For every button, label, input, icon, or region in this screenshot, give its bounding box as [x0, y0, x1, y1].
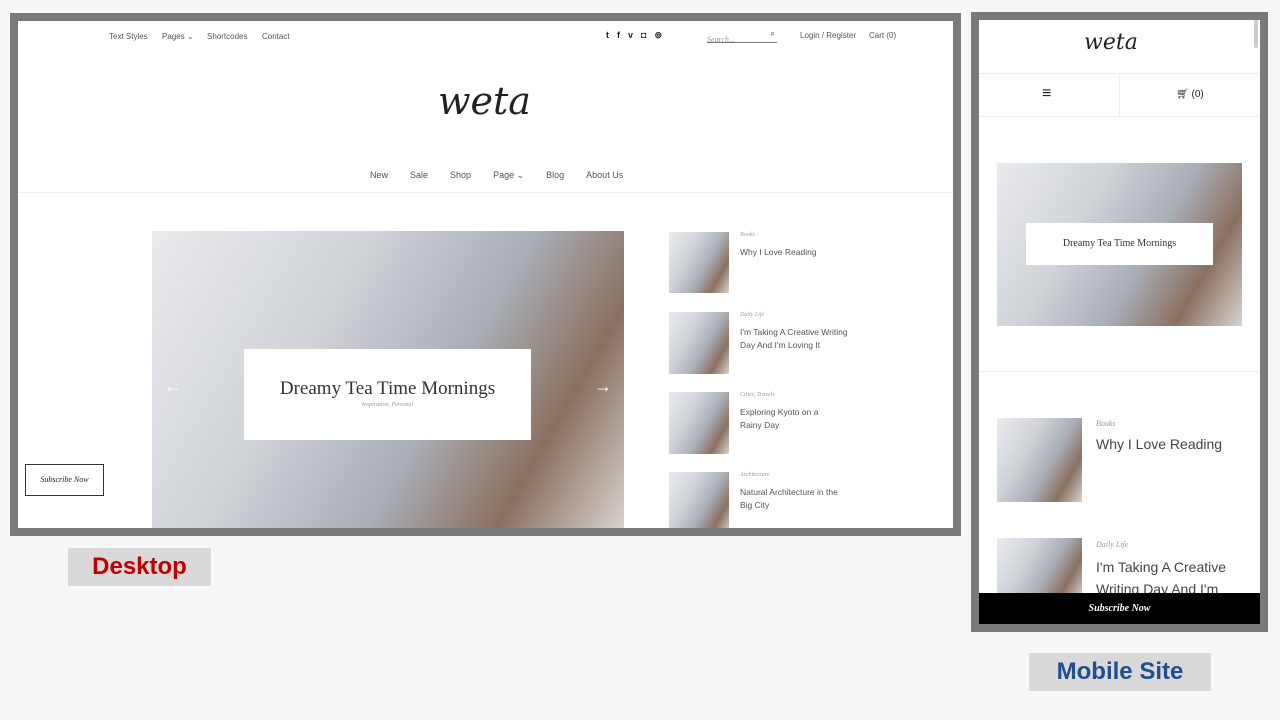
nav-new[interactable]: New [370, 170, 388, 181]
post-title[interactable]: Exploring Kyoto on a Rainy Day [740, 406, 830, 432]
post-thumbnail[interactable] [669, 312, 729, 374]
nav-contact[interactable]: Contact [262, 32, 290, 41]
nav-sale[interactable]: Sale [410, 170, 428, 181]
mobile-slide-title[interactable]: Dreamy Tea Time Mornings [1026, 223, 1213, 265]
post-thumbnail[interactable] [669, 392, 729, 454]
chevron-down-icon: ⌄ [516, 170, 525, 180]
arrow-right-icon[interactable]: → [594, 376, 612, 397]
search-icon[interactable]: ⌕ [771, 29, 775, 39]
slide-caption[interactable]: Dreamy Tea Time Mornings Inspiration, Pe… [244, 349, 531, 440]
nav-shop[interactable]: Shop [450, 170, 471, 181]
post-thumbnail[interactable] [997, 538, 1082, 598]
post-title[interactable]: Why I Love Reading [740, 246, 850, 259]
nav-blog[interactable]: Blog [546, 170, 564, 181]
post-category[interactable]: Books [740, 232, 755, 238]
twitter-icon[interactable]: t [606, 30, 609, 41]
subscribe-button[interactable]: Subscribe Now [25, 464, 104, 496]
post-title[interactable]: Why I Love Reading [1096, 436, 1260, 452]
hamburger-menu-icon[interactable]: ≡ [1042, 85, 1051, 103]
desktop-page: Text Styles Pages ⌄ Shortcodes Contact t… [18, 21, 953, 528]
instagram-icon[interactable]: ◘ [641, 30, 646, 41]
post-category[interactable]: Cities, Travels [740, 392, 775, 398]
mobile-cart[interactable]: 🛒︎ (0) [1176, 89, 1204, 100]
nav-text-styles[interactable]: Text Styles [109, 32, 148, 41]
nav-pages[interactable]: Pages ⌄ [162, 32, 194, 41]
post-thumbnail[interactable] [669, 232, 729, 293]
arrow-left-icon[interactable]: ← [164, 376, 182, 397]
vimeo-icon[interactable]: v [628, 30, 633, 41]
post-category[interactable]: Daily Life [1096, 540, 1128, 549]
mobile-logo[interactable]: weta [1084, 30, 1138, 55]
nav-about[interactable]: About Us [586, 170, 623, 181]
hero-slider[interactable]: ← → Dreamy Tea Time Mornings Inspiration… [152, 231, 624, 528]
scrollbar[interactable] [1254, 20, 1258, 48]
chevron-down-icon: ⌄ [186, 32, 194, 41]
post-category[interactable]: Books [1096, 419, 1116, 428]
login-register-link[interactable]: Login / Register [800, 31, 856, 40]
nav-shortcodes[interactable]: Shortcodes [207, 32, 247, 41]
nav-page-label: Page [493, 170, 515, 180]
pinterest-icon[interactable]: ⊚ [654, 30, 662, 41]
cart-link[interactable]: Cart (0) [869, 31, 896, 40]
cart-icon: 🛒︎ [1176, 89, 1189, 100]
nav-pages-label: Pages [162, 32, 185, 41]
mobile-page: weta ≡ 🛒︎ (0) Dreamy Tea Time Mornings B… [979, 20, 1260, 624]
mobile-toolbar: ≡ 🛒︎ (0) [979, 73, 1260, 117]
slide-title[interactable]: Dreamy Tea Time Mornings [244, 378, 531, 400]
post-title[interactable]: I'm Taking A Creative Writing Day And I'… [740, 326, 850, 352]
mobile-label: Mobile Site [1029, 653, 1211, 691]
cart-count: (0) [1191, 89, 1204, 100]
post-title[interactable]: Natural Architecture in the Big City [740, 486, 850, 512]
divider [18, 192, 953, 193]
post-thumbnail[interactable] [997, 418, 1082, 502]
search-input[interactable]: Search... ⌕ [707, 29, 777, 44]
post-category[interactable]: Daily Life [740, 312, 764, 318]
desktop-label: Desktop [68, 548, 211, 586]
post-category[interactable]: Architecture [740, 472, 770, 478]
facebook-icon[interactable]: f [617, 30, 620, 41]
logo[interactable]: weta [438, 79, 531, 123]
nav-page[interactable]: Page ⌄ [493, 170, 524, 181]
mobile-subscribe-button[interactable]: Subscribe Now [979, 593, 1260, 624]
search-placeholder: Search... [707, 35, 735, 44]
mobile-hero-slider[interactable]: Dreamy Tea Time Mornings [997, 163, 1242, 326]
slide-categories: Inspiration, Personal [361, 402, 414, 408]
post-thumbnail[interactable] [669, 472, 729, 528]
